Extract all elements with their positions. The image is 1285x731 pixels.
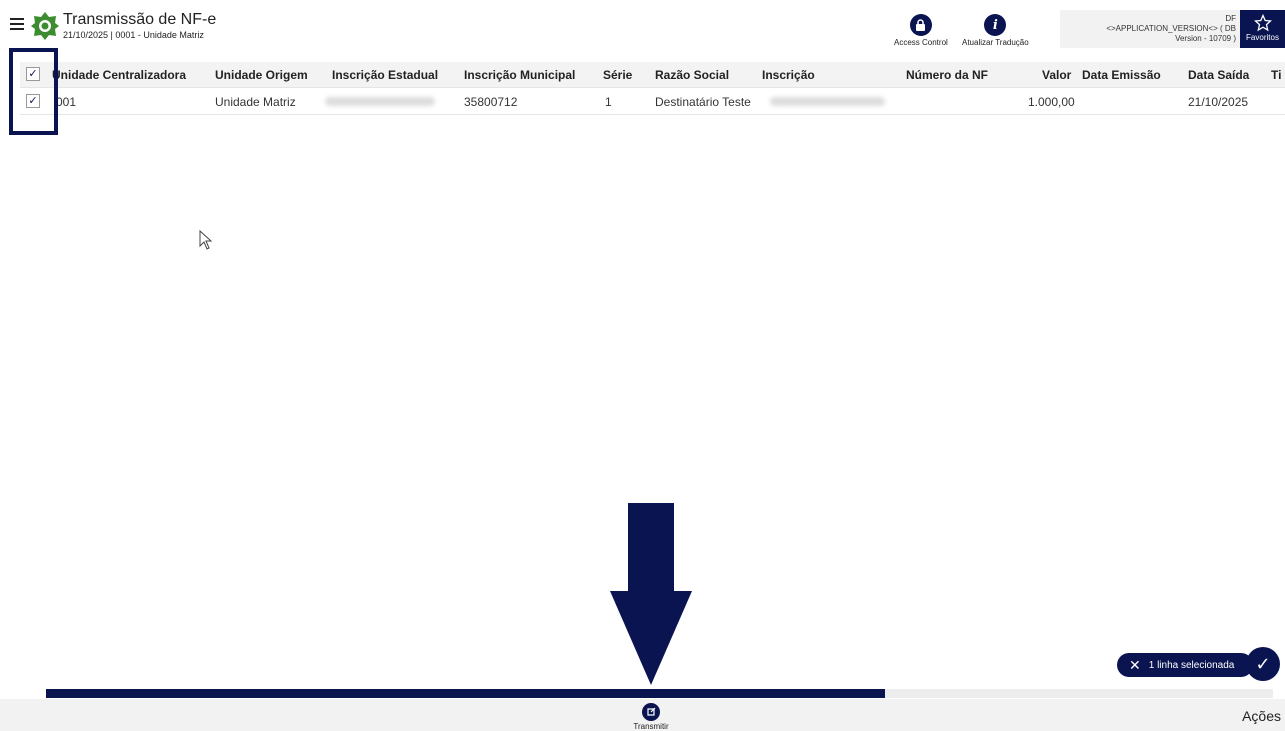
column-header[interactable]: Ti [1271, 68, 1281, 82]
update-translation-button[interactable]: i Atualizar Tradução [962, 14, 1029, 47]
progress-bar [46, 689, 1273, 698]
cell-razao-social: Destinatário Teste [655, 95, 751, 109]
column-header[interactable]: Inscrição Municipal [464, 68, 575, 82]
menu-icon[interactable] [10, 18, 24, 30]
cell-valor: 1.000,00 [1028, 95, 1075, 109]
update-translation-label: Atualizar Tradução [962, 38, 1029, 47]
clear-selection-icon[interactable]: ✕ [1129, 657, 1141, 674]
column-header[interactable]: Inscrição Estadual [332, 68, 438, 82]
page-subtitle: 21/10/2025 | 0001 - Unidade Matriz [63, 30, 204, 40]
down-arrow-annotation-icon [610, 503, 692, 685]
favorites-button[interactable]: Favoritos [1240, 10, 1285, 48]
version-info: DF <>APPLICATION_VERSION<> ( DB Version … [1060, 10, 1240, 48]
column-header[interactable]: Número da NF [906, 68, 988, 82]
cell-unidade-origem: Unidade Matriz [215, 95, 296, 109]
checkmark-icon: ✓ [1255, 653, 1271, 674]
top-bar: Transmissão de NF-e 21/10/2025 | 0001 - … [0, 0, 1285, 52]
actions-button[interactable]: Ações [1242, 708, 1281, 724]
star-icon [1253, 14, 1272, 32]
favorites-label: Favoritos [1246, 33, 1279, 42]
table-header-row: ✓ Unidade Centralizadora Unidade Origem … [20, 62, 1285, 88]
access-control-label: Access Control [894, 38, 948, 47]
cell-data-saida: 21/10/2025 [1188, 95, 1249, 109]
column-header[interactable]: Inscrição [762, 68, 815, 82]
column-header[interactable]: Unidade Centralizadora [52, 68, 186, 82]
progress-fill [46, 689, 886, 698]
table-row[interactable]: ✓ 001 Unidade Matriz 35800712 1 Destinat… [20, 89, 1285, 115]
mouse-cursor-icon [199, 230, 213, 250]
access-control-button[interactable]: Access Control [894, 14, 948, 47]
redacted-inscricao-estadual [325, 97, 435, 106]
page-title: Transmissão de NF-e [63, 11, 217, 28]
version-line-3: Version - 10709 ) [1175, 34, 1236, 43]
column-header[interactable]: Data Saída [1188, 68, 1249, 82]
transmit-icon [642, 703, 660, 721]
column-header[interactable]: Valor [1042, 68, 1071, 82]
column-header[interactable]: Unidade Origem [215, 68, 308, 82]
version-line-2: <>APPLICATION_VERSION<> ( DB [1106, 24, 1236, 33]
cell-unidade-centralizadora: 001 [56, 95, 77, 109]
info-icon: i [984, 14, 1007, 36]
selection-label: 1 linha selecionada [1148, 659, 1235, 671]
bottom-action-bar: Transmitir Ações [0, 699, 1285, 731]
version-line-1: DF [1225, 14, 1236, 23]
lock-icon [909, 14, 932, 36]
column-header[interactable]: Data Emissão [1082, 68, 1161, 82]
column-header[interactable]: Razão Social [655, 68, 729, 82]
redacted-inscricao [770, 97, 885, 106]
column-header[interactable]: Série [603, 68, 632, 82]
app-logo-icon [31, 12, 59, 40]
checkbox-highlight-annotation [9, 48, 58, 135]
transmit-button[interactable]: Transmitir [626, 703, 676, 731]
confirm-selection-button[interactable]: ✓ [1246, 647, 1280, 681]
selection-indicator[interactable]: ✕ 1 linha selecionada [1117, 653, 1253, 677]
cell-inscricao-municipal: 35800712 [464, 95, 518, 109]
cell-serie: 1 [605, 95, 612, 109]
transmit-label: Transmitir [633, 722, 669, 731]
